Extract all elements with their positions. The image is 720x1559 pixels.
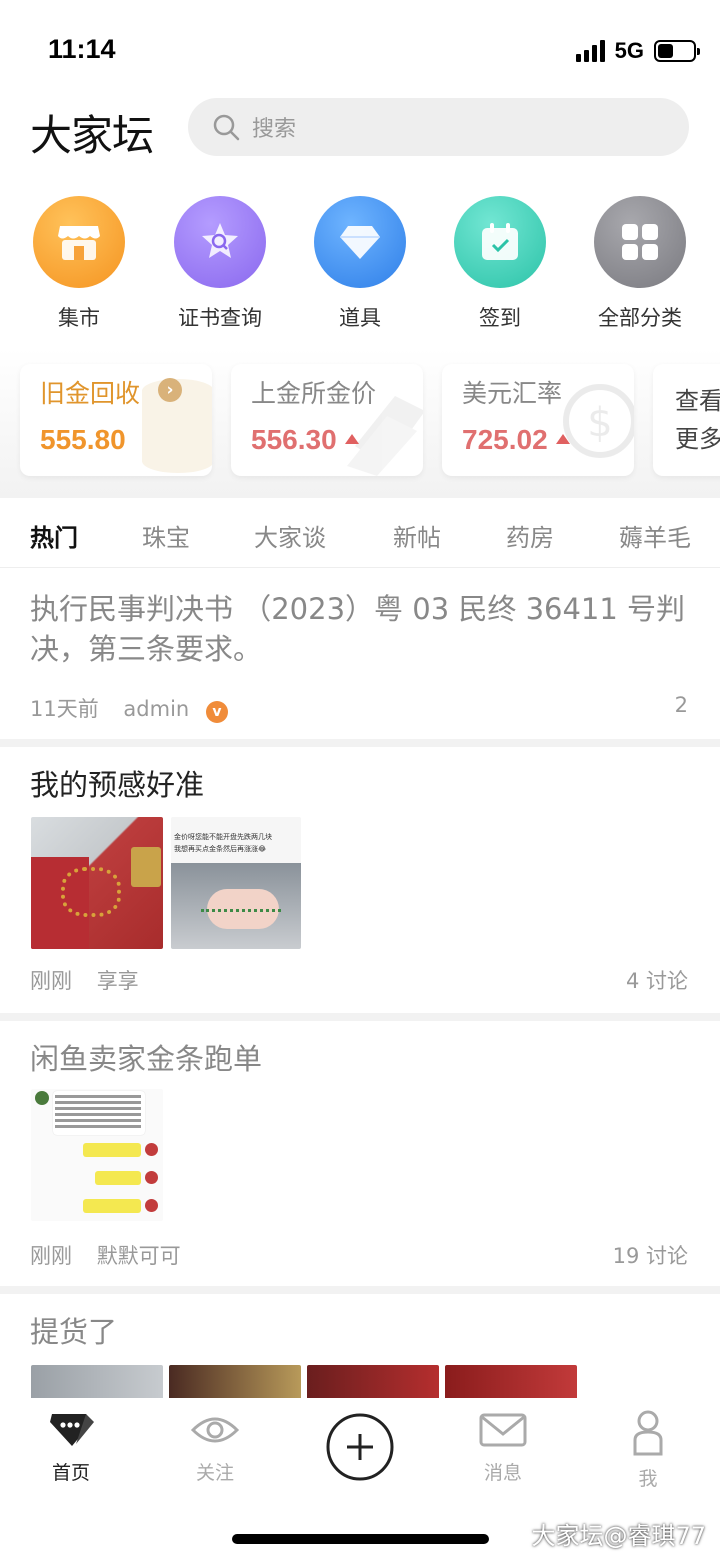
tabbar-label: 消息 xyxy=(483,1462,522,1484)
tab-hot[interactable]: 热门 xyxy=(30,518,78,553)
mail-icon xyxy=(479,1413,527,1447)
tabbar-messages[interactable]: 消息 xyxy=(453,1410,553,1485)
post-comment-count: 19 讨论 xyxy=(612,1244,688,1268)
post-item[interactable]: 闲鱼卖家金条跑单 刚刚 默默可可 19 讨论 xyxy=(0,1021,720,1286)
grid-icon xyxy=(594,196,686,288)
post-title: 提货了 xyxy=(30,1315,118,1349)
signal-icon xyxy=(575,40,605,62)
tab-new-posts[interactable]: 新帖 xyxy=(393,518,441,553)
plus-icon xyxy=(326,1413,394,1481)
sge-gold-value: 556.30 xyxy=(251,424,337,455)
battery-icon xyxy=(654,40,700,62)
home-icon xyxy=(50,1414,94,1446)
home-indicator xyxy=(232,1534,489,1544)
tabbar-follow[interactable]: 关注 xyxy=(165,1410,265,1485)
post-title: 闲鱼卖家金条跑单 xyxy=(30,1042,263,1076)
tab-discussion[interactable]: 大家谈 xyxy=(254,518,326,553)
post-create-button[interactable] xyxy=(310,1412,410,1486)
post-meta: 刚刚 享享 xyxy=(30,965,139,995)
shortcut-grid: 集市 证书查询 道具 签到 全部分类 xyxy=(0,196,720,336)
search-icon xyxy=(213,114,240,141)
post-comment-count: 2 xyxy=(674,693,688,717)
tabbar-label: 关注 xyxy=(195,1462,234,1484)
post-image[interactable] xyxy=(31,1089,163,1221)
sge-gold-title: 上金所金价 xyxy=(251,379,377,408)
post-item[interactable]: 执行民事判决书 （2023）粤 03 民终 36411 号判决，第三条要求。 1… xyxy=(0,569,720,739)
status-bar: 11:14 5G xyxy=(0,0,720,90)
tab-deals[interactable]: 薅羊毛 xyxy=(619,518,691,553)
post-item[interactable]: 提货了 xyxy=(0,1294,720,1398)
usd-rate-title: 美元汇率 xyxy=(462,379,563,408)
tabbar-label: 我 xyxy=(638,1468,658,1490)
certificate-search-icon xyxy=(174,196,266,288)
status-time: 11:14 xyxy=(48,34,116,64)
post-time: 11天前 xyxy=(30,697,99,721)
app-logo[interactable]: 大家坛 xyxy=(30,102,154,163)
post-meta: 11天前 admin v xyxy=(30,693,228,723)
up-arrow-icon xyxy=(345,434,359,444)
eye-icon xyxy=(190,1417,240,1443)
shortcut-label: 全部分类 xyxy=(598,306,682,330)
tabbar-me[interactable]: 我 xyxy=(598,1410,698,1491)
post-meta: 刚刚 默默可可 xyxy=(30,1240,181,1270)
chevron-right-icon: › xyxy=(158,378,182,402)
search-input[interactable]: 搜索 xyxy=(188,98,689,156)
post-author[interactable]: 默默可可 xyxy=(97,1244,181,1268)
shortcut-market[interactable]: 集市 xyxy=(19,196,139,332)
dollar-exchange-icon: $ xyxy=(563,384,634,458)
shortcut-certificate[interactable]: 证书查询 xyxy=(160,196,280,332)
search-placeholder: 搜索 xyxy=(252,117,297,142)
thumb-chat-text: 金价呀您能不能开盘先跌两几块 我想再买点金条然后再涨涨😂 xyxy=(174,833,272,853)
tab-pharmacy[interactable]: 药房 xyxy=(506,518,554,553)
post-author[interactable]: 享享 xyxy=(97,969,139,993)
shortcut-checkin[interactable]: 签到 xyxy=(440,196,560,332)
shortcut-label: 道具 xyxy=(339,306,381,330)
post-title: 我的预感好准 xyxy=(30,768,205,802)
post-image[interactable]: 金价呀您能不能开盘先跌两几块 我想再买点金条然后再涨涨😂 xyxy=(171,817,301,949)
gold-recycle-card[interactable]: 旧金回收 › 555.80 xyxy=(20,364,212,476)
tabbar-home[interactable]: 首页 xyxy=(21,1410,121,1485)
status-indicators: 5G xyxy=(575,38,700,64)
watermark: 大家坛@睿琪77 xyxy=(531,1522,706,1550)
sge-gold-card[interactable]: 上金所金价 556.30 xyxy=(231,364,423,476)
gold-recycle-value: 555.80 xyxy=(40,424,126,455)
view-more-line2: 更多 xyxy=(675,425,720,453)
tabbar-label: 首页 xyxy=(51,1462,90,1484)
shortcut-props[interactable]: 道具 xyxy=(300,196,420,332)
shortcut-all-categories[interactable]: 全部分类 xyxy=(580,196,700,332)
divider xyxy=(0,739,720,747)
post-time: 刚刚 xyxy=(30,1244,72,1268)
post-author[interactable]: admin xyxy=(123,697,189,721)
diamond-icon xyxy=(314,196,406,288)
shortcut-label: 证书查询 xyxy=(178,306,262,330)
post-image[interactable] xyxy=(31,1365,163,1398)
shortcut-label: 签到 xyxy=(479,306,521,330)
shortcut-label: 集市 xyxy=(58,306,100,330)
divider xyxy=(0,1286,720,1294)
tab-jewelry[interactable]: 珠宝 xyxy=(142,518,190,553)
post-image[interactable] xyxy=(307,1365,439,1398)
divider xyxy=(0,1013,720,1021)
network-type: 5G xyxy=(614,38,644,63)
post-title: 执行民事判决书 （2023）粤 03 民终 36411 号判决，第三条要求。 xyxy=(30,592,686,666)
price-strip: 旧金回收 › 555.80 上金所金价 556.30 $ 美元汇率 725.02… xyxy=(0,348,720,498)
person-icon xyxy=(633,1410,663,1456)
calendar-check-icon xyxy=(454,196,546,288)
verified-icon: v xyxy=(205,701,228,723)
post-image[interactable] xyxy=(31,817,163,949)
post-image[interactable] xyxy=(169,1365,301,1398)
usd-rate-value: 725.02 xyxy=(462,424,548,455)
svg-text:$: $ xyxy=(587,400,612,446)
category-tabs: 热门 珠宝 大家谈 新帖 药房 薅羊毛 xyxy=(0,500,720,568)
up-arrow-icon xyxy=(556,434,570,444)
store-icon xyxy=(33,196,125,288)
post-comment-count: 4 讨论 xyxy=(625,969,688,993)
post-image[interactable] xyxy=(445,1365,577,1398)
view-more-card[interactable]: 查看 更多 xyxy=(653,364,720,476)
view-more-line1: 查看 xyxy=(675,387,720,415)
post-time: 刚刚 xyxy=(30,969,72,993)
usd-rate-card[interactable]: $ 美元汇率 725.02 xyxy=(442,364,634,476)
gold-recycle-title: 旧金回收 xyxy=(40,379,141,408)
post-item[interactable]: 我的预感好准 金价呀您能不能开盘先跌两几块 我想再买点金条然后再涨涨😂 刚刚 享… xyxy=(0,747,720,1013)
